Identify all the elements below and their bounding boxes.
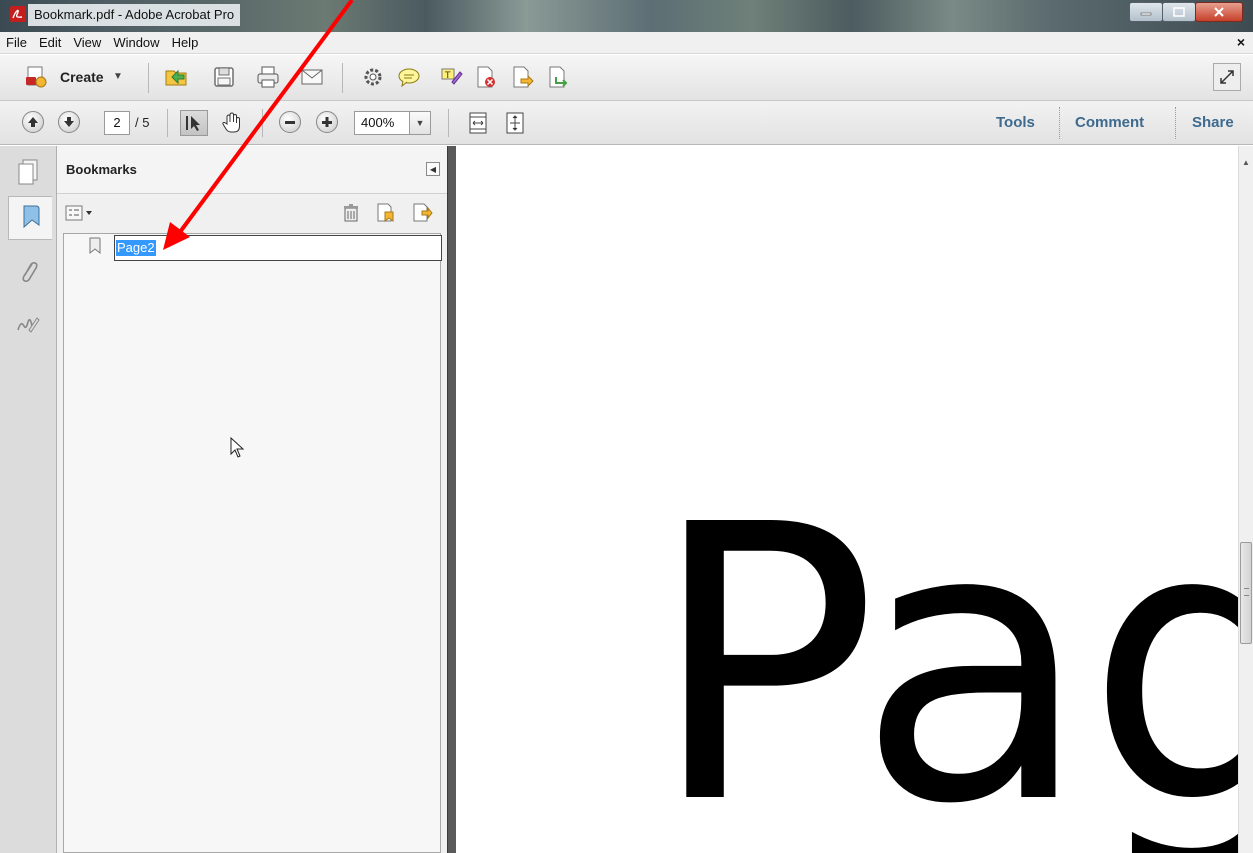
zoom-dropdown-button[interactable]: ▼ (409, 111, 431, 135)
window-title: Bookmark.pdf - Adobe Acrobat Pro (28, 4, 241, 26)
panel-splitter[interactable] (447, 146, 456, 853)
page-thumbnails-icon[interactable] (14, 158, 42, 186)
minimize-button[interactable] (1129, 2, 1163, 22)
menu-edit[interactable]: Edit (33, 32, 67, 54)
bookmarks-list: Page2 (63, 233, 442, 853)
toolbar-separator (148, 63, 149, 93)
navigation-toolbar: 2 / 5 400% ▼ Tools Comment Share (0, 101, 1253, 145)
next-page-button[interactable] (58, 111, 80, 133)
bookmarks-header: Bookmarks ◀ (57, 146, 447, 194)
fit-width-button[interactable] (466, 111, 490, 135)
scrollbar-thumb[interactable] (1240, 542, 1252, 644)
reject-icon[interactable] (474, 65, 498, 89)
hand-tool-button[interactable] (220, 111, 244, 135)
bookmark-arrow-icon (413, 203, 433, 222)
collapse-panel-button[interactable]: ◀ (426, 162, 440, 176)
title-bar: Bookmark.pdf - Adobe Acrobat Pro (0, 0, 1253, 32)
document-close-button[interactable]: × (1237, 34, 1245, 50)
options-menu-button[interactable] (65, 204, 95, 222)
fit-page-icon (506, 112, 524, 134)
svg-text:T: T (444, 71, 451, 81)
create-button[interactable]: Create (60, 69, 104, 85)
bookmark-icon (89, 237, 101, 255)
hand-icon (222, 112, 240, 133)
bookmarks-toolbar (57, 195, 447, 233)
bookmark-label-selected: Page2 (116, 240, 156, 256)
comment-icon[interactable] (397, 65, 421, 89)
attachments-icon[interactable] (14, 258, 42, 286)
menu-window[interactable]: Window (107, 32, 165, 54)
share-link[interactable]: Share (1192, 114, 1234, 131)
scroll-up-arrow-icon[interactable]: ▲ (1242, 158, 1250, 167)
signatures-icon[interactable] (14, 310, 42, 338)
main-toolbar: Create ▼ T (0, 55, 1253, 101)
arrow-down-icon (64, 117, 74, 127)
select-tool-button[interactable] (180, 110, 208, 136)
previous-page-button[interactable] (22, 111, 44, 133)
page-content-text: Pag (649, 444, 1238, 853)
toolbar-separator (342, 63, 343, 93)
bookmarks-panel: Bookmarks ◀ Page2 (57, 146, 447, 853)
menu-bar: File Edit View Window Help × (0, 32, 1253, 54)
print-icon[interactable] (256, 65, 280, 89)
plus-icon (322, 117, 332, 127)
menu-help[interactable]: Help (166, 32, 205, 54)
maximize-button[interactable] (1162, 2, 1196, 22)
tools-link[interactable]: Tools (996, 114, 1035, 131)
zoom-in-button[interactable] (316, 111, 338, 133)
arrow-up-icon (28, 117, 38, 127)
menu-view[interactable]: View (67, 32, 107, 54)
maximize-icon (1173, 7, 1185, 17)
trash-icon (344, 204, 358, 222)
fullscreen-icon (1220, 70, 1234, 84)
create-dropdown-icon[interactable]: ▼ (113, 71, 123, 82)
toolbar-separator (448, 109, 449, 137)
menu-file[interactable]: File (0, 32, 33, 54)
export-icon[interactable] (546, 65, 570, 89)
toolbar-separator (262, 109, 263, 137)
zoom-level-input[interactable]: 400% (354, 111, 410, 135)
comment-link[interactable]: Comment (1075, 114, 1144, 131)
bookmark-name-edit-field[interactable]: Page2 (114, 235, 442, 261)
select-cursor-icon (186, 116, 200, 131)
open-icon[interactable] (164, 65, 188, 89)
close-button[interactable] (1195, 2, 1243, 22)
minimize-icon (1140, 12, 1152, 16)
settings-icon[interactable] (361, 65, 385, 89)
bookmarks-panel-icon[interactable] (8, 196, 52, 240)
document-view[interactable]: Pag (456, 146, 1238, 853)
options-icon (65, 205, 92, 221)
create-pdf-icon[interactable] (24, 65, 48, 89)
new-bookmark-icon (377, 203, 394, 222)
close-icon (1214, 7, 1224, 17)
toolbar-separator (167, 109, 168, 137)
navigation-pane-strip (0, 146, 57, 853)
toolbar-divider (1175, 107, 1176, 139)
delete-bookmark-button[interactable] (342, 203, 360, 226)
page-total: / 5 (135, 115, 150, 130)
acrobat-logo-icon (10, 6, 26, 22)
bookmarks-panel-title: Bookmarks (66, 162, 137, 177)
minus-icon (285, 121, 295, 124)
new-bookmark-button[interactable] (375, 202, 397, 227)
fit-width-icon (469, 112, 487, 134)
mouse-cursor-icon (230, 436, 246, 462)
vertical-scrollbar[interactable]: ▲ (1238, 146, 1253, 853)
window-controls (1129, 2, 1243, 22)
fit-page-button[interactable] (503, 111, 527, 135)
scroll-grip-icon (1244, 588, 1249, 596)
page-number-input[interactable]: 2 (104, 111, 130, 135)
toolbar-divider (1059, 107, 1060, 139)
send-icon[interactable] (510, 65, 534, 89)
bookmark-item[interactable] (88, 237, 102, 261)
save-icon[interactable] (212, 65, 236, 89)
highlight-icon[interactable]: T (440, 65, 464, 89)
fullscreen-button[interactable] (1213, 63, 1241, 91)
zoom-out-button[interactable] (279, 111, 301, 133)
expand-bookmark-button[interactable] (411, 202, 433, 227)
email-icon[interactable] (300, 65, 324, 89)
